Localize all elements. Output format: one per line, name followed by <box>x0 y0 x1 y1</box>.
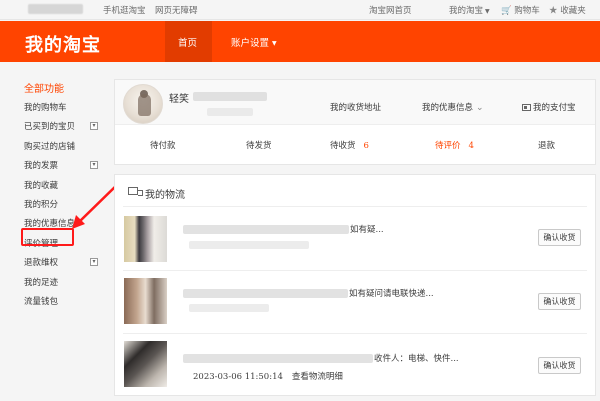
order-refund[interactable]: 退款 <box>538 139 555 151</box>
confirm-receipt-button[interactable]: 确认收货 <box>538 293 581 310</box>
favorites-label: 收藏夹 <box>560 6 586 16</box>
mobile-taobao-link[interactable]: 手机逛淘宝 <box>103 4 146 16</box>
divider <box>123 206 587 207</box>
my-taobao-label: 我的淘宝 <box>449 6 483 16</box>
star-icon: ★ <box>549 6 558 16</box>
favorites-link[interactable]: ★ 收藏夹 <box>549 4 586 16</box>
sidebar-item-points[interactable]: 我的积分 <box>24 199 104 218</box>
header-bar: 我的淘宝 <box>0 21 600 62</box>
my-taobao-logo[interactable]: 我的淘宝 <box>25 31 101 57</box>
blurred-text <box>183 289 348 298</box>
logistics-item-text: 收件人：电梯、快件... <box>183 352 459 364</box>
sidebar-item-data-wallet[interactable]: 流量钱包 <box>24 296 104 315</box>
confirm-receipt-button[interactable]: 确认收货 <box>538 357 581 374</box>
order-pending-shipment[interactable]: 待发货 <box>246 139 272 151</box>
truck-icon <box>128 187 138 195</box>
sidebar-item-label: 流量钱包 <box>24 297 58 307</box>
sidebar-item-refunds[interactable]: 退款维权 ▾ <box>24 257 104 276</box>
blurred-text <box>183 354 373 363</box>
alipay-label: 我的支付宝 <box>533 103 576 113</box>
sidebar-item-cart[interactable]: 我的购物车 <box>24 102 104 121</box>
coupons-label: 我的优惠信息 <box>422 103 473 113</box>
order-pending-payment[interactable]: 待付款 <box>150 139 176 151</box>
profile-panel: 轻笑 我的收货地址 我的优惠信息⌄ 我的支付宝 待付款 待发货 待收货 6 待评价… <box>114 79 596 165</box>
user-level-blurred <box>207 108 253 116</box>
coupons-dropdown[interactable]: 我的优惠信息⌄ <box>422 101 484 113</box>
top-bar: 手机逛淘宝 网页无障碍 淘宝网首页 我的淘宝▼ 🛒 购物车 ★ 收藏夹 <box>0 0 600 20</box>
chevron-down-icon: ▼ <box>485 8 490 15</box>
sidebar-title: 全部功能 <box>24 80 104 95</box>
my-taobao-link[interactable]: 我的淘宝▼ <box>449 4 490 16</box>
alipay-link[interactable]: 我的支付宝 <box>522 101 576 113</box>
blurred-text <box>189 241 309 249</box>
sidebar-item-favorites[interactable]: 我的收藏 <box>24 180 104 199</box>
divider <box>123 270 587 271</box>
sidebar-item-label: 我的足迹 <box>24 278 58 288</box>
nav-account-label: 账户设置 <box>231 38 269 49</box>
accessibility-link[interactable]: 网页无障碍 <box>155 4 198 16</box>
account-name-blurred[interactable] <box>28 4 83 14</box>
blurred-text <box>189 304 269 312</box>
avatar-figure-shape <box>138 94 151 116</box>
order-label: 退款 <box>538 141 555 151</box>
order-label: 待发货 <box>246 141 272 151</box>
nav-home-tab[interactable]: 首页 <box>178 35 197 49</box>
alipay-icon <box>522 104 531 111</box>
sidebar-item-footprint[interactable]: 我的足迹 <box>24 277 104 296</box>
sidebar-item-label: 我的积分 <box>24 200 58 210</box>
order-count: 6 <box>364 141 369 151</box>
sidebar-item-invoice[interactable]: 我的发票 ▾ <box>24 160 104 179</box>
order-label: 待收货 <box>330 141 356 151</box>
cart-icon: 🛒 <box>501 6 512 16</box>
order-pending-receipt[interactable]: 待收货 6 <box>330 139 369 151</box>
profile-header: 轻笑 我的收货地址 我的优惠信息⌄ 我的支付宝 <box>115 80 595 125</box>
order-label: 待评价 <box>435 141 461 151</box>
divider <box>123 333 587 334</box>
order-pending-review[interactable]: 待评价 4 <box>435 139 474 151</box>
expand-icon[interactable]: ▾ <box>90 161 98 169</box>
expand-icon[interactable]: ▾ <box>90 122 98 130</box>
username-blurred <box>193 92 267 101</box>
timestamp: 2023-03-06 11:50:14 <box>193 372 283 382</box>
shipping-address-link[interactable]: 我的收货地址 <box>330 101 381 113</box>
sidebar-item-label: 已买到的宝贝 <box>24 122 75 132</box>
logistics-item-text: 如有疑... <box>183 223 384 235</box>
username[interactable]: 轻笑 <box>169 90 189 105</box>
sidebar-item-label: 我的购物车 <box>24 103 67 113</box>
sidebar-item-label: 退款维权 <box>24 258 58 268</box>
logistics-title: 我的物流 <box>145 186 185 201</box>
logistics-panel: 我的物流 如有疑... 确认收货 如有疑问请电联快递... 确认收货 收件人：电… <box>114 174 596 396</box>
product-thumbnail[interactable] <box>124 341 167 387</box>
sidebar-item-label: 购买过的店铺 <box>24 142 75 152</box>
sidebar-item-purchased[interactable]: 已买到的宝贝 ▾ <box>24 121 104 140</box>
logistics-message: 如有疑... <box>350 225 384 235</box>
product-thumbnail[interactable] <box>124 278 167 324</box>
review-management-highlight <box>21 228 74 246</box>
view-logistics-detail-link[interactable]: 查看物流明细 <box>292 372 343 382</box>
product-thumbnail[interactable] <box>124 216 167 262</box>
logistics-item-text: 如有疑问请电联快递... <box>183 287 434 299</box>
nav-account-settings[interactable]: 账户设置▼ <box>231 35 277 49</box>
taobao-home-link[interactable]: 淘宝网首页 <box>369 4 412 16</box>
sidebar: 全部功能 我的购物车 已买到的宝贝 ▾ 购买过的店铺 我的发票 ▾ 我的收藏 我的积… <box>24 80 104 315</box>
order-count: 4 <box>469 141 474 151</box>
logistics-message: 收件人：电梯、快件... <box>374 354 459 364</box>
cart-link[interactable]: 🛒 购物车 <box>501 4 540 16</box>
chevron-down-icon: ▼ <box>272 40 277 47</box>
logistics-message: 如有疑问请电联快递... <box>349 289 434 299</box>
logistics-timestamp-row: 2023-03-06 11:50:14 查看物流明细 <box>193 370 343 382</box>
order-label: 待付款 <box>150 141 176 151</box>
sidebar-item-shops[interactable]: 购买过的店铺 <box>24 141 104 160</box>
cart-label: 购物车 <box>514 6 540 16</box>
chevron-down-icon: ⌄ <box>476 103 484 113</box>
sidebar-item-label: 我的发票 <box>24 161 58 171</box>
sidebar-item-label: 我的收藏 <box>24 181 58 191</box>
avatar[interactable] <box>123 84 163 124</box>
expand-icon[interactable]: ▾ <box>90 258 98 266</box>
blurred-text <box>183 225 349 234</box>
confirm-receipt-button[interactable]: 确认收货 <box>538 229 581 246</box>
